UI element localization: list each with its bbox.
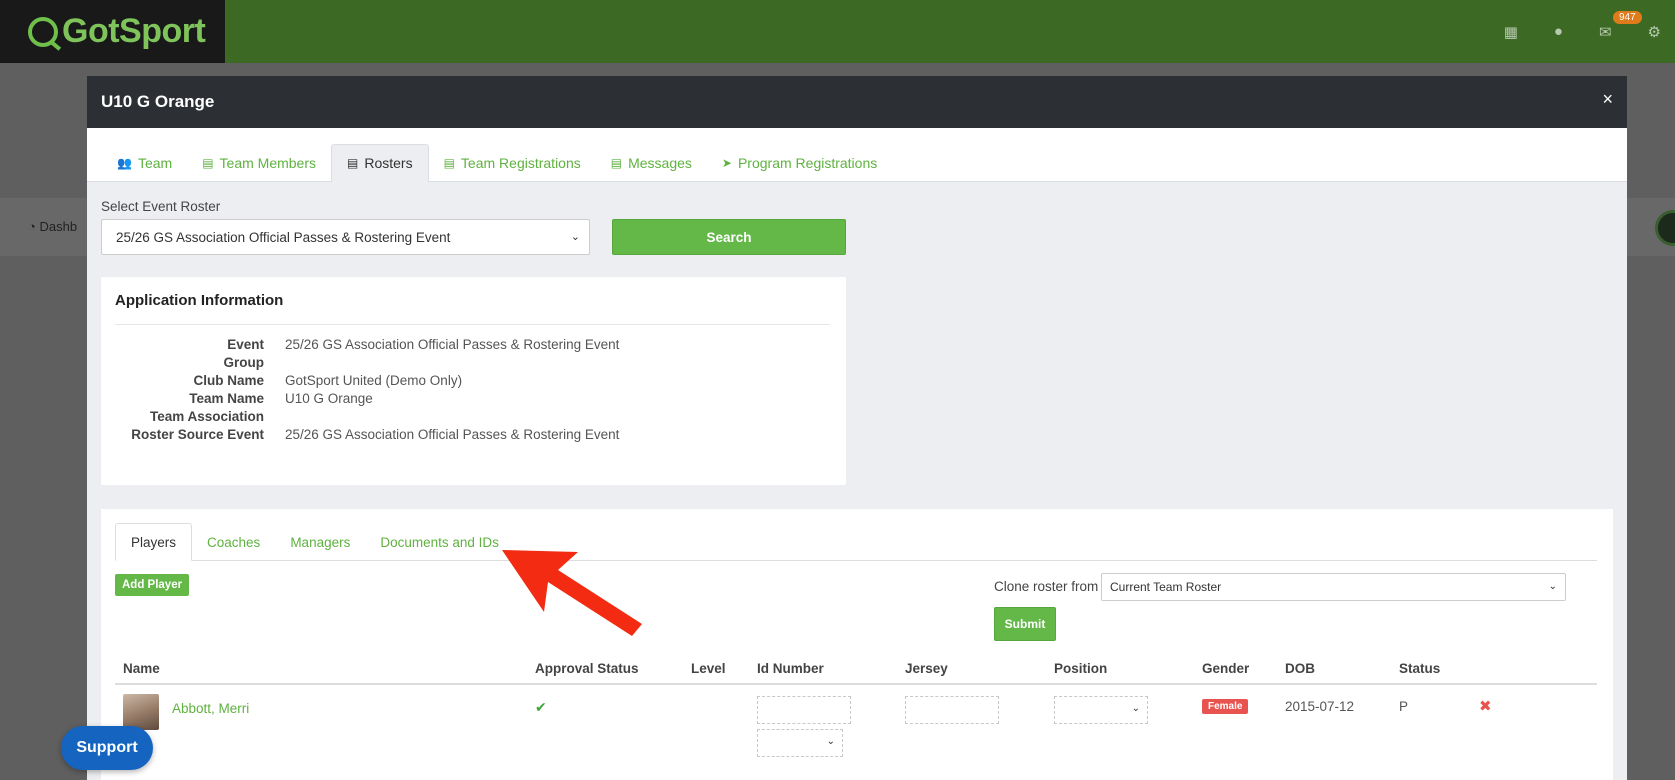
tab-documents-and-ids[interactable]: Documents and IDs [365,523,514,561]
tab-messages[interactable]: ▤ Messages [596,144,707,182]
event-roster-select[interactable]: 25/26 GS Association Official Passes & R… [101,219,590,255]
chevron-down-icon: ⌄ [1131,703,1140,714]
modal-header: U10 G Orange × [87,76,1627,128]
chevron-down-icon: ⌄ [826,736,835,747]
gear-icon[interactable]: ⚙ [1648,23,1661,41]
app-row-team-association: Team Association [149,409,264,424]
dob-value: 2015-07-12 [1285,699,1355,714]
divider [115,324,830,325]
tab-team[interactable]: 👥 Team [102,144,187,182]
background-dashboard-link: ◔ Dashb [28,219,78,234]
tab-rosters[interactable]: ▤ Rosters [331,144,429,182]
app-row-roster-source-event: Roster Source Event 25/26 GS Association… [131,427,620,442]
tab-coaches[interactable]: Coaches [192,523,275,561]
user-icon[interactable]: ● [1554,23,1563,40]
player-avatar [123,694,159,730]
logo-mark-icon [28,16,58,47]
add-player-button[interactable]: Add Player [115,574,190,596]
column-header-name[interactable]: Name [123,661,160,676]
search-button[interactable]: Search [612,219,846,255]
chevron-down-icon: ⌄ [570,231,580,243]
roster-sub-tabs: Players Coaches Managers Documents and I… [115,523,1597,561]
position-select[interactable]: ⌄ [1054,696,1148,724]
dashboard-icon: ◔ [28,219,40,234]
paper-plane-icon: ➤ [721,156,732,170]
list-icon: ▤ [443,156,455,170]
app-row-group: Group [223,355,265,370]
mail-icon[interactable]: ✉ 947 [1599,10,1642,41]
app-row-event: Event 25/26 GS Association Official Pass… [227,337,620,352]
column-header-jersey[interactable]: Jersey [905,661,948,676]
column-header-gender[interactable]: Gender [1202,661,1249,676]
mail-count-badge: 947 [1612,10,1642,24]
grid-icon[interactable]: ▦ [1504,23,1518,41]
tab-team-registrations[interactable]: ▤ Team Registrations [429,144,596,182]
list-icon: ▤ [610,156,623,170]
column-header-approval-status[interactable]: Approval Status [535,661,639,676]
status-value: P [1399,699,1409,714]
submit-button[interactable]: Submit [994,607,1056,641]
close-icon[interactable]: × [1602,89,1613,110]
table-row: Abbott, Merri ✔ ⌄ ⌄ Female 2015-07-12 P … [115,687,1597,767]
tab-team-members[interactable]: ▤ Team Members [187,144,331,182]
check-icon: ✔ [535,699,547,715]
modal-title: U10 G Orange [101,92,215,111]
top-navbar: GotSport ▦ ● ✉ 947 ⚙ [0,0,1675,63]
roster-panel: Players Coaches Managers Documents and I… [101,509,1613,780]
users-icon: 👥 [117,156,132,170]
column-header-level[interactable]: Level [691,661,726,676]
player-name-link[interactable]: Abbott, Merri [172,701,249,716]
tab-players[interactable]: Players [115,523,193,561]
id-card-icon: ▤ [202,156,214,170]
gender-badge: Female [1202,699,1249,714]
modal-tabs: 👥 Team ▤ Team Members ▤ Rosters ▤ Team R… [87,128,1627,182]
top-icons: ▦ ● ✉ 947 ⚙ [1482,0,1675,63]
chevron-down-icon: ⌄ [1548,581,1557,592]
jersey-input[interactable] [905,696,999,724]
tab-managers[interactable]: Managers [275,523,365,561]
clone-roster-label: Clone roster from [994,579,1099,594]
support-button[interactable]: Support [61,726,153,770]
clone-roster-select[interactable]: Current Team Roster ⌄ [1101,573,1566,601]
gotsport-logo[interactable]: GotSport [0,0,225,63]
application-info-panel: Application Information Event 25/26 GS A… [101,277,846,485]
column-header-position[interactable]: Position [1054,661,1107,676]
id-card-icon: ▤ [347,156,359,170]
column-header-id-number[interactable]: Id Number [757,661,824,676]
logo-text: GotSport [62,12,206,50]
app-row-club-name: Club Name GotSport United (Demo Only) [193,373,463,388]
application-info-title: Application Information [115,292,284,309]
remove-icon[interactable]: ✖ [1479,697,1492,715]
team-modal: U10 G Orange × 👥 Team ▤ Team Members ▤ R… [87,76,1627,780]
event-roster-label: Select Event Roster [101,199,221,214]
id-number-input[interactable] [757,696,851,724]
tab-program-registrations[interactable]: ➤ Program Registrations [707,144,892,182]
column-header-dob[interactable]: DOB [1285,661,1315,676]
table-header: Name Approval Status Level Id Number Jer… [115,661,1597,685]
id-type-select[interactable]: ⌄ [757,729,843,757]
app-row-team-name: Team Name U10 G Orange [189,391,373,406]
column-header-status[interactable]: Status [1399,661,1440,676]
